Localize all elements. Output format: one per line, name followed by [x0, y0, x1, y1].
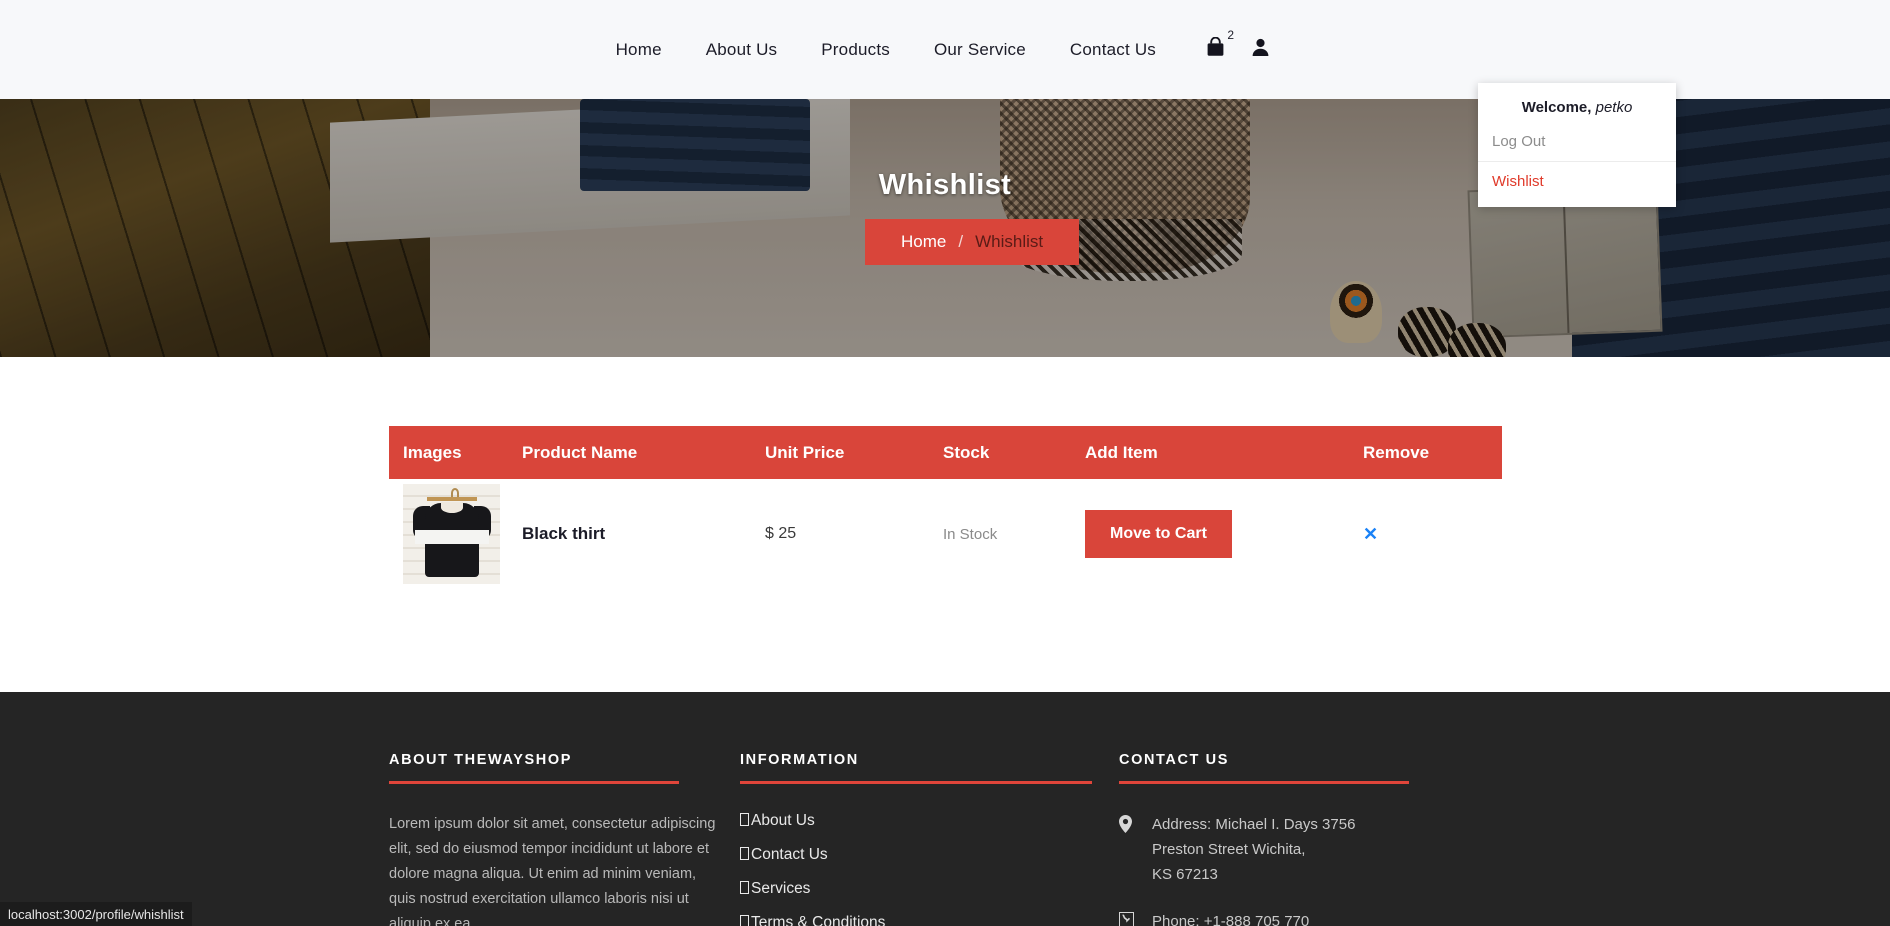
breadcrumb: Home / Whishlist — [865, 219, 1080, 265]
column-header-stock: Stock — [943, 442, 990, 462]
map-pin-icon — [1119, 812, 1137, 887]
footer-phone-text: Phone: +1-888 705 770 — [1152, 913, 1310, 926]
footer-column-information: INFORMATION About Us Contact Us Services… — [740, 752, 1119, 926]
status-url-text: localhost:3002/profile/whishlist — [8, 906, 184, 922]
main-navigation: Home About Us Products Our Service Conta… — [594, 40, 1178, 60]
dropdown-item-wishlist[interactable]: Wishlist — [1478, 162, 1676, 195]
address-line-3: KS 67213 — [1152, 866, 1218, 883]
nav-item-our-service[interactable]: Our Service — [912, 40, 1048, 60]
footer-about-rule — [389, 781, 679, 784]
remove-item-close-icon[interactable]: ✕ — [1363, 524, 1378, 545]
dropdown-welcome-text: Welcome, petko — [1478, 93, 1676, 128]
shopping-bag-icon — [1206, 36, 1225, 62]
footer-address-text: Address: Michael I. Days 3756 Preston St… — [1152, 812, 1355, 887]
cell-stock-status: In Stock — [943, 525, 998, 543]
welcome-prefix: Welcome, — [1521, 99, 1592, 116]
account-dropdown-menu: Welcome, petko Log Out Wishlist — [1478, 83, 1676, 207]
footer-phone-block: Phone: +1-888 705 770 — [1119, 909, 1450, 926]
column-header-images: Images — [403, 442, 462, 462]
header-icons: 2 — [1206, 28, 1270, 62]
welcome-username: petko — [1595, 99, 1633, 116]
footer-link-services[interactable]: Services — [740, 880, 1099, 898]
column-header-unit-price: Unit Price — [765, 442, 845, 462]
shirt-stripe-shape — [415, 530, 489, 544]
footer-contact-title: CONTACT US — [1119, 752, 1229, 768]
address-line-1: Address: Michael I. Days 3756 — [1152, 816, 1356, 833]
column-header-add-item: Add Item — [1085, 442, 1158, 462]
phone-icon — [1119, 909, 1137, 926]
nav-item-contact-us[interactable]: Contact Us — [1048, 40, 1178, 60]
bullet-missing-glyph-icon — [740, 915, 749, 926]
column-header-product-name: Product Name — [522, 442, 638, 462]
cart-button[interactable]: 2 — [1206, 28, 1234, 62]
nav-item-about-us[interactable]: About Us — [684, 40, 800, 60]
shirt-collar-shape — [441, 502, 463, 513]
product-thumbnail[interactable] — [403, 484, 500, 584]
breadcrumb-separator: / — [958, 232, 964, 251]
browser-status-bar: localhost:3002/profile/whishlist — [0, 902, 192, 926]
bullet-missing-glyph-icon — [740, 813, 749, 826]
footer-information-rule — [740, 781, 1092, 784]
account-button[interactable] — [1251, 37, 1270, 62]
column-header-remove: Remove — [1363, 442, 1430, 462]
footer-link-label: About Us — [751, 812, 815, 829]
wishlist-table: Images Product Name Unit Price Stock Add… — [389, 426, 1502, 589]
footer-link-label: Terms & Conditions — [751, 914, 886, 926]
cell-product-image — [389, 484, 522, 584]
table-header-row: Images Product Name Unit Price Stock Add… — [389, 426, 1502, 479]
nav-item-products[interactable]: Products — [799, 40, 912, 60]
footer-link-label: Contact Us — [751, 846, 828, 863]
footer-link-contact-us[interactable]: Contact Us — [740, 846, 1099, 864]
footer-about-title: ABOUT THEWAYSHOP — [389, 752, 572, 768]
site-footer: ABOUT THEWAYSHOP Lorem ipsum dolor sit a… — [0, 692, 1890, 926]
breadcrumb-current: Whishlist — [975, 232, 1044, 251]
nav-item-home[interactable]: Home — [594, 40, 684, 60]
cell-remove: ✕ — [1363, 524, 1502, 545]
footer-link-about-us[interactable]: About Us — [740, 812, 1099, 830]
bullet-missing-glyph-icon — [740, 881, 749, 894]
table-row: Black thirt $ 25 In Stock Move to Cart ✕ — [389, 479, 1502, 589]
page-root: Home About Us Products Our Service Conta… — [0, 0, 1890, 926]
footer-columns: ABOUT THEWAYSHOP Lorem ipsum dolor sit a… — [389, 752, 1470, 926]
footer-address-block: Address: Michael I. Days 3756 Preston St… — [1119, 812, 1450, 887]
footer-link-label: Services — [751, 880, 811, 897]
footer-information-title: INFORMATION — [740, 752, 859, 768]
footer-about-text: Lorem ipsum dolor sit amet, consectetur … — [389, 816, 716, 926]
bullet-missing-glyph-icon — [740, 847, 749, 860]
cell-add-item: Move to Cart — [1085, 510, 1363, 558]
footer-column-about: ABOUT THEWAYSHOP Lorem ipsum dolor sit a… — [389, 752, 740, 926]
dropdown-item-logout[interactable]: Log Out — [1478, 128, 1676, 162]
footer-link-terms-conditions[interactable]: Terms & Conditions — [740, 914, 1099, 926]
main-content: Images Product Name Unit Price Stock Add… — [0, 357, 1890, 692]
cell-product-name: Black thirt — [522, 524, 606, 543]
user-icon — [1251, 37, 1270, 62]
footer-column-contact: CONTACT US Address: Michael I. Days 3756… — [1119, 752, 1470, 926]
breadcrumb-home-link[interactable]: Home — [901, 232, 946, 252]
hanger-bar-shape — [427, 497, 477, 501]
address-line-2: Preston Street Wichita, — [1152, 841, 1306, 858]
footer-contact-rule — [1119, 781, 1409, 784]
cart-count-badge: 2 — [1227, 28, 1234, 42]
cell-unit-price: $ 25 — [765, 525, 797, 542]
move-to-cart-button[interactable]: Move to Cart — [1085, 510, 1232, 558]
